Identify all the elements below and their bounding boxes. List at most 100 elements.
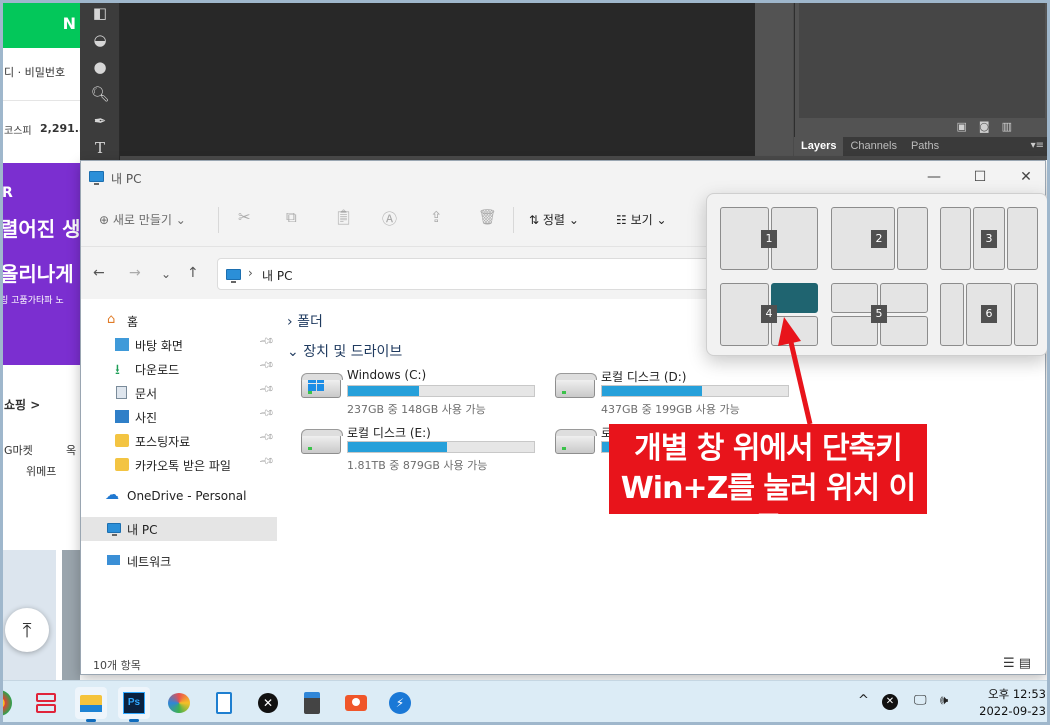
maximize-button[interactable]: ☐ (957, 165, 1003, 189)
rename-icon[interactable]: Ⓐ (382, 208, 397, 229)
drive-item[interactable]: Windows (C:) 237GB 중 148GB 사용 가능 (297, 368, 547, 416)
snap-zone[interactable] (940, 207, 971, 270)
browser-login-links[interactable]: 디 · 비밀번호 (0, 64, 65, 80)
snap-number: 1 (761, 230, 777, 248)
file-explorer-app-icon[interactable] (75, 687, 107, 722)
snap-zone[interactable] (771, 207, 818, 270)
notepad-app-icon[interactable] (208, 687, 240, 719)
breadcrumb-item[interactable]: 내 PC (262, 267, 292, 284)
view-button[interactable]: ☷ 보기 ⌄ (616, 211, 667, 228)
up-arrow-icon[interactable]: ↑ (187, 265, 199, 281)
pin-icon[interactable]: 📌︎ (258, 429, 275, 446)
paste-icon[interactable]: 📋︎ (334, 208, 353, 226)
forward-arrow-icon[interactable]: → (129, 265, 141, 281)
drive-item[interactable]: 로컬 디스크 (E:) 1.81TB 중 879GB 사용 가능 (297, 424, 547, 472)
dodge-tool-icon[interactable]: 🔍︎ (80, 81, 120, 108)
promo-text-4: 링 고품가타파 노 (0, 296, 64, 306)
xbox-app-icon[interactable]: ✕ (252, 687, 284, 719)
title-bar[interactable]: 내 PC — ☐ ✕ (81, 161, 1045, 193)
pictures-icon (115, 410, 129, 423)
camera-icon[interactable]: ◙ (979, 120, 1002, 133)
promo-banner[interactable]: R 렬어진 생 올리나게 링 고품가타파 노 (0, 163, 80, 365)
pin-icon[interactable]: 📌︎ (258, 381, 275, 398)
snap-zone[interactable] (880, 283, 928, 313)
nav-item-documents[interactable]: 문서 📌︎ (81, 381, 277, 405)
drive-item[interactable]: 로컬 디스크 (D:) 437GB 중 199GB 사용 가능 (551, 368, 801, 416)
background-browser-window[interactable]: N 디 · 비밀번호 코스피 2,291.5 R 렬어진 생 올리나게 링 고품… (0, 0, 80, 680)
separator (513, 207, 514, 233)
task-view-icon[interactable] (30, 687, 62, 719)
paint-app-icon[interactable] (163, 687, 195, 719)
folder-icon (115, 434, 129, 447)
pin-icon[interactable]: 📌︎ (258, 405, 275, 422)
paint-bucket-tool-icon[interactable]: ◒ (80, 27, 120, 54)
drive-icon (555, 429, 597, 454)
photoshop-app-icon[interactable]: Ps (118, 687, 150, 722)
shopping-link[interactable]: 쇼핑 > (0, 396, 40, 413)
snap-zone[interactable] (1014, 283, 1038, 346)
blur-tool-icon[interactable]: ● (80, 54, 120, 81)
nav-item-downloads[interactable]: ⭳ 다운로드 📌︎ (81, 357, 277, 381)
pin-icon[interactable]: 📌︎ (258, 333, 275, 350)
nav-item-onedrive[interactable]: ☁ OneDrive - Personal (81, 485, 277, 509)
nav-item-kakao[interactable]: 카카오톡 받은 파일 📌︎ (81, 453, 277, 477)
network-status-icon[interactable]: 🖵︎ (914, 693, 927, 708)
pin-icon[interactable]: 📌︎ (258, 357, 275, 374)
clock-date: 2022-09-23 (979, 704, 1046, 718)
tray-chevron-icon[interactable]: ^ (858, 693, 869, 708)
snap-zone[interactable] (880, 316, 928, 346)
snap-zone[interactable] (1007, 207, 1038, 270)
details-view-icon[interactable]: ☰ (1003, 656, 1019, 671)
divider (0, 100, 80, 101)
tiles-view-icon[interactable]: ▤ (1019, 656, 1035, 671)
section-devices[interactable]: ⌄ 장치 및 드라이브 (287, 341, 402, 361)
nav-item-network[interactable]: 네트워크 (81, 549, 277, 573)
nav-item-desktop[interactable]: 바탕 화면 📌︎ (81, 333, 277, 357)
recent-chevron-icon[interactable]: ⌄ (161, 267, 171, 281)
type-tool-icon[interactable]: T (80, 135, 120, 160)
nav-item-pictures[interactable]: 사진 📌︎ (81, 405, 277, 429)
cut-icon[interactable]: ✂ (238, 208, 251, 226)
nav-item-home[interactable]: ⌂ 홈 (81, 309, 277, 333)
tray-app-icon[interactable]: ✕ (882, 694, 898, 710)
calculator-app-icon[interactable] (296, 687, 328, 719)
nav-item-posting[interactable]: 포스팅자료 📌︎ (81, 429, 277, 453)
tab-paths[interactable]: Paths (904, 137, 946, 156)
shop-auction[interactable]: 옥 (62, 442, 76, 458)
product-photo[interactable] (62, 550, 80, 680)
minimize-button[interactable]: — (911, 165, 957, 189)
sort-button[interactable]: ⇅ 정렬 ⌄ (529, 211, 579, 228)
close-button[interactable]: ✕ (1003, 165, 1045, 189)
snap-zone[interactable] (771, 316, 818, 346)
volume-icon[interactable]: 🕪︎ (940, 693, 948, 708)
panel-menu-icon[interactable]: ▾≡ (1031, 137, 1050, 156)
eraser-tool-icon[interactable]: ◧ (80, 0, 120, 27)
tab-layers[interactable]: Layers (794, 137, 844, 156)
system-clock[interactable]: 오후 12:53 2022-09-23 (966, 686, 1046, 720)
pin-icon[interactable]: 📌︎ (258, 453, 275, 470)
new-layer-icon[interactable]: ▣ (957, 120, 979, 133)
new-button[interactable]: ⊕ 새로 만들기 ⌄ (99, 211, 186, 228)
trash-icon[interactable]: ▥ (1002, 120, 1024, 133)
back-arrow-icon[interactable]: ← (93, 265, 105, 281)
snap-zone-highlighted[interactable] (771, 283, 818, 313)
tab-channels[interactable]: Channels (843, 137, 903, 156)
share-icon[interactable]: ⇪ (430, 208, 443, 226)
quick-assist-app-icon[interactable]: ⚡︎ (384, 687, 416, 719)
shop-gmarket[interactable]: G마켓 (0, 442, 33, 458)
pen-tool-icon[interactable]: ✒ (80, 108, 120, 135)
photoshop-window[interactable]: ◧ ◒ ● 🔍︎ ✒ T ▣◙▥ Layers Channels Paths ▾… (80, 0, 1050, 160)
section-folders[interactable]: › 폴더 (287, 311, 323, 331)
chevron-down-icon: ⌄ (568, 213, 579, 227)
snap-zone[interactable] (940, 283, 964, 346)
copy-icon[interactable]: ⧉ (286, 208, 297, 226)
ps-canvas[interactable] (120, 0, 755, 156)
snap-zone[interactable] (897, 207, 928, 270)
breadcrumb-chevron-icon[interactable]: › (248, 266, 253, 280)
chrome-app-icon[interactable] (0, 690, 12, 716)
shop-wemakeprice[interactable]: 위메프 (22, 463, 56, 479)
nav-item-this-pc[interactable]: 내 PC (81, 517, 277, 541)
scroll-to-top-button[interactable]: ⤒ (5, 608, 49, 652)
delete-icon[interactable]: 🗑︎ (478, 208, 497, 226)
screen-capture-app-icon[interactable] (340, 687, 372, 719)
